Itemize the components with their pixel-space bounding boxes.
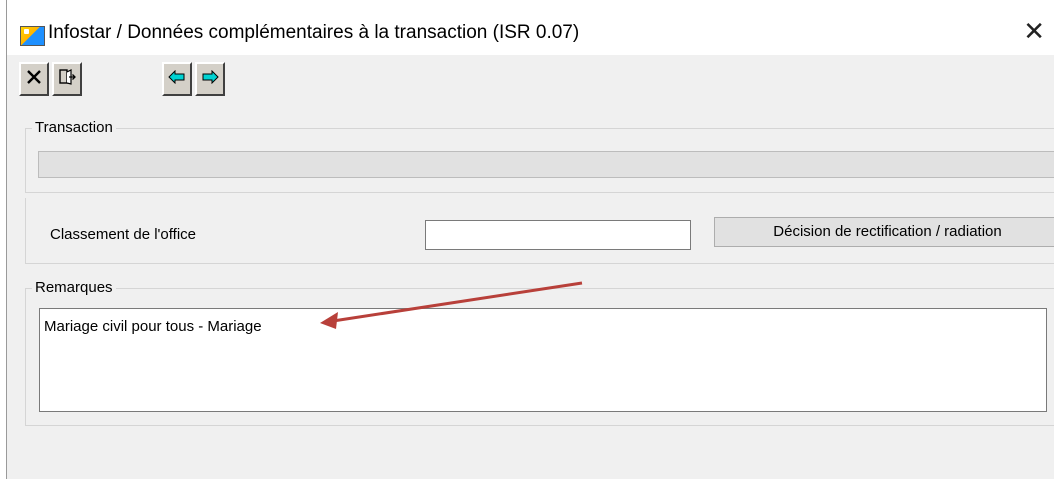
exit-button[interactable] xyxy=(52,62,82,96)
next-button[interactable] xyxy=(195,62,225,96)
office-classification-input[interactable] xyxy=(425,220,691,250)
cancel-button[interactable] xyxy=(19,62,49,96)
close-x-icon xyxy=(26,69,42,90)
office-classification-label: Classement de l'office xyxy=(50,226,196,243)
dialog-window: Infostar / Données complémentaires à la … xyxy=(6,0,1054,479)
remarks-textarea[interactable]: Mariage civil pour tous - Mariage xyxy=(39,308,1047,412)
remarks-label: Remarques xyxy=(32,279,116,296)
previous-button[interactable] xyxy=(162,62,192,96)
exit-door-icon xyxy=(58,68,76,91)
window-close-button[interactable]: ✕ xyxy=(1023,18,1045,44)
transaction-label: Transaction xyxy=(32,119,116,136)
infostar-app-icon xyxy=(20,26,45,46)
transaction-field xyxy=(38,151,1054,178)
arrow-right-icon xyxy=(201,69,219,89)
rectification-decision-button[interactable]: Décision de rectification / radiation xyxy=(714,217,1054,247)
arrow-left-icon xyxy=(168,69,186,89)
window-title: Infostar / Données complémentaires à la … xyxy=(48,22,580,43)
title-bar: Infostar / Données complémentaires à la … xyxy=(7,0,1054,55)
